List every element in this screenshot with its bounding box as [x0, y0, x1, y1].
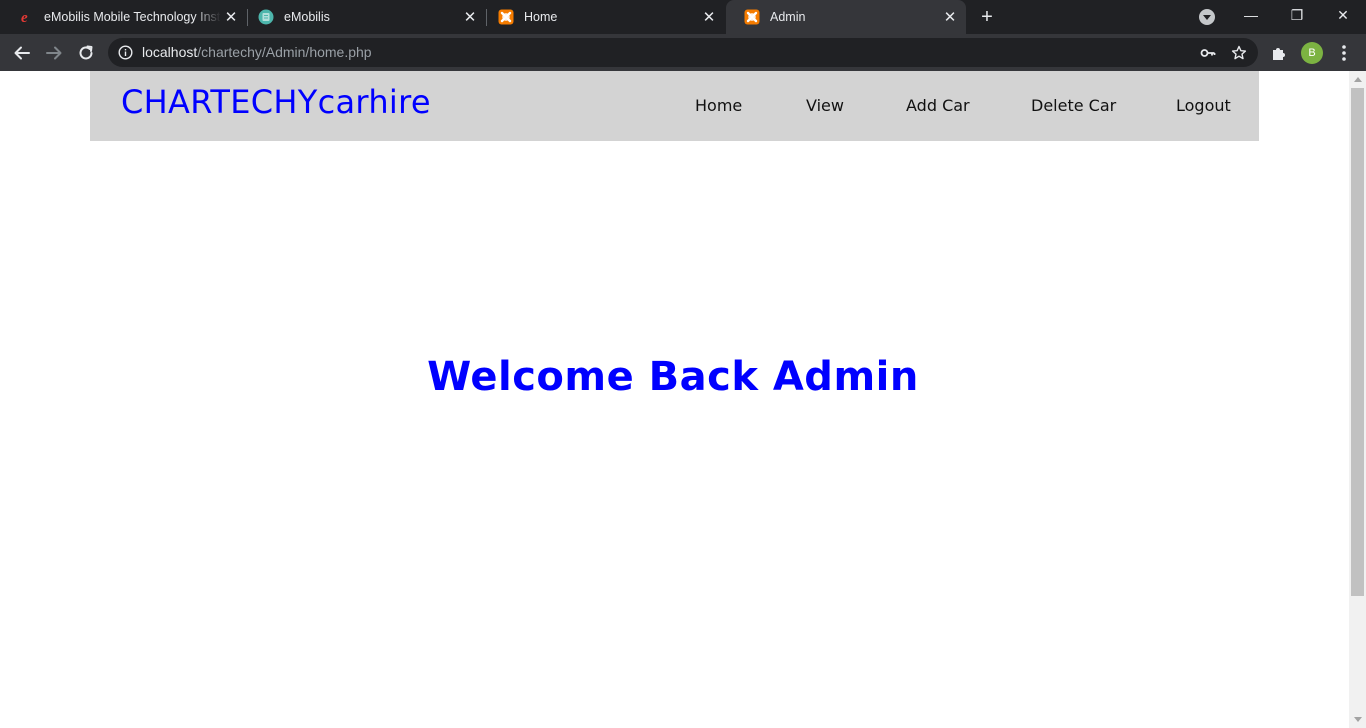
tab-title: eMobilis — [284, 10, 330, 24]
browser-toolbar: localhost/chartechy/Admin/home.php B — [0, 34, 1366, 71]
nav-logout-link[interactable]: Logout — [1176, 96, 1231, 115]
nav-view-link[interactable]: View — [806, 96, 844, 115]
url-host: localhost — [142, 44, 198, 60]
url-path: /chartechy/Admin/home.php — [197, 44, 372, 60]
xampp-icon — [744, 9, 760, 25]
bookmark-star-icon[interactable] — [1231, 45, 1247, 61]
key-icon[interactable] — [1200, 45, 1216, 61]
profile-avatar[interactable]: B — [1301, 42, 1323, 64]
tab-strip: e eMobilis Mobile Technology Institute ✕… — [0, 0, 1366, 34]
site-logo[interactable]: CHARTECHYcarhire — [121, 83, 431, 121]
nav-delete-car-link[interactable]: Delete Car — [1031, 96, 1116, 115]
close-tab-icon[interactable]: ✕ — [221, 7, 241, 27]
site-info-icon[interactable] — [118, 45, 133, 60]
reload-icon[interactable] — [73, 40, 99, 66]
scroll-thumb[interactable] — [1351, 88, 1364, 596]
close-tab-icon[interactable]: ✕ — [699, 7, 719, 27]
tab-title: Admin — [770, 10, 806, 24]
site-header: CHARTECHYcarhire Home View Add Car Delet… — [90, 71, 1259, 141]
scroll-down-arrow-icon[interactable] — [1354, 717, 1362, 722]
tab-title: Home — [524, 10, 558, 24]
url-text: localhost/chartechy/Admin/home.php — [142, 44, 372, 60]
nav-home-link[interactable]: Home — [695, 96, 742, 115]
emobilis-globe-icon — [258, 9, 274, 25]
tab-title: eMobilis Mobile Technology Institute — [44, 10, 221, 24]
nav-add-car-link[interactable]: Add Car — [906, 96, 970, 115]
minimize-button[interactable]: — — [1228, 0, 1274, 30]
close-window-button[interactable]: ✕ — [1320, 0, 1366, 30]
tab-emobilis[interactable]: eMobilis ✕ — [240, 0, 486, 34]
restore-button[interactable]: ❐ — [1274, 0, 1320, 30]
forward-icon[interactable] — [41, 40, 67, 66]
tab-admin[interactable]: Admin ✕ — [726, 0, 966, 34]
address-bar[interactable]: localhost/chartechy/Admin/home.php — [108, 38, 1258, 67]
back-icon[interactable] — [9, 40, 35, 66]
tab-home[interactable]: Home ✕ — [480, 0, 725, 34]
tab-search-icon[interactable] — [1199, 9, 1215, 25]
extensions-puzzle-icon[interactable] — [1270, 44, 1288, 62]
scroll-up-arrow-icon[interactable] — [1354, 77, 1362, 82]
welcome-heading: Welcome Back Admin — [427, 354, 919, 400]
close-tab-icon[interactable]: ✕ — [940, 7, 960, 27]
page-scrollbar[interactable] — [1349, 71, 1366, 728]
page-viewport: CHARTECHYcarhire Home View Add Car Delet… — [0, 71, 1366, 728]
close-tab-icon[interactable]: ✕ — [460, 7, 480, 27]
browser-menu-icon[interactable] — [1336, 43, 1352, 63]
tab-emobilis-institute[interactable]: e eMobilis Mobile Technology Institute ✕ — [0, 0, 247, 34]
svg-text:e: e — [21, 10, 28, 25]
new-tab-button[interactable]: + — [976, 6, 998, 28]
xampp-icon — [498, 9, 514, 25]
emobilis-e-icon: e — [18, 9, 34, 25]
